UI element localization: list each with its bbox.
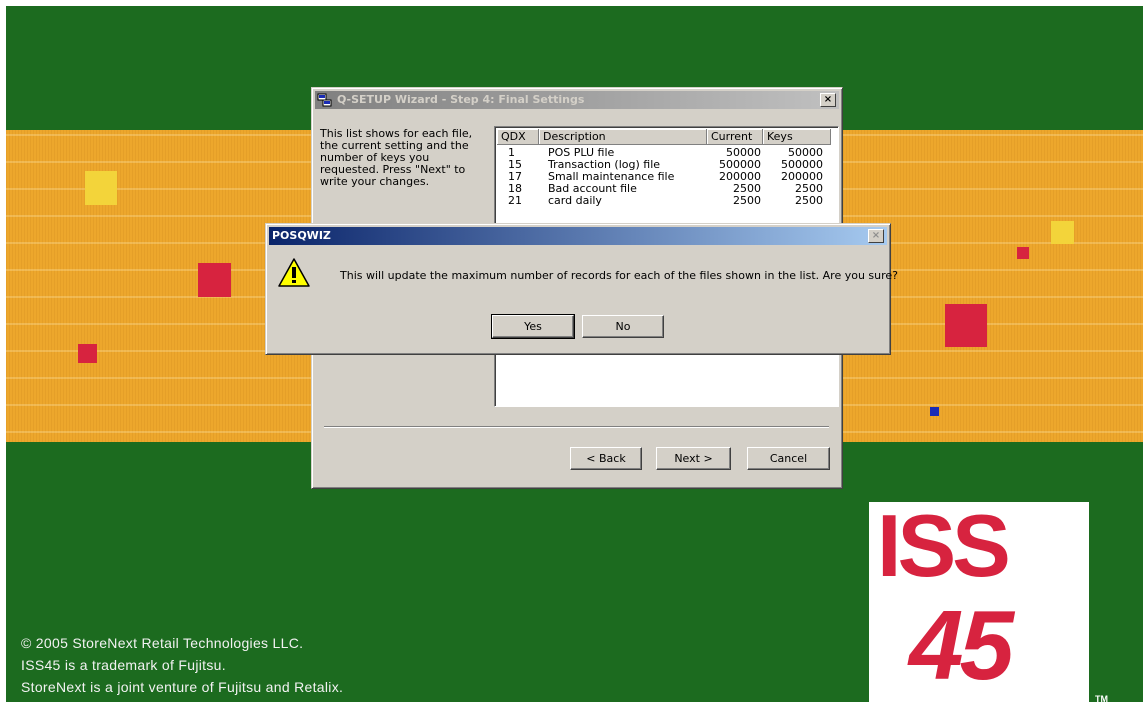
yellow-square bbox=[1051, 221, 1074, 244]
copyright-text: © 2005 StoreNext Retail Technologies LLC… bbox=[21, 632, 343, 698]
description-cell: card daily bbox=[548, 194, 602, 207]
wizard-title: Q-SETUP Wizard - Step 4: Final Settings bbox=[337, 93, 585, 106]
red-square bbox=[78, 344, 97, 363]
current-cell: 2500 bbox=[733, 194, 761, 207]
wizard-titlebar[interactable]: Q-SETUP Wizard - Step 4: Final Settings … bbox=[315, 91, 839, 109]
trademark-line: ISS45 is a trademark of Fujitsu. bbox=[21, 657, 226, 673]
dialog-close-button[interactable]: × bbox=[868, 229, 884, 243]
red-square bbox=[198, 263, 231, 297]
cancel-button-label: Cancel bbox=[769, 452, 808, 465]
dialog-title: POSQWIZ bbox=[272, 229, 331, 242]
list-item[interactable]: 21 card daily 2500 2500 bbox=[497, 195, 833, 207]
yes-button[interactable]: Yes bbox=[491, 314, 575, 339]
next-button[interactable]: Next > bbox=[656, 447, 731, 470]
red-square bbox=[1017, 247, 1029, 259]
trademark-symbol: TM bbox=[1095, 694, 1108, 704]
logo-iss-text: ISS bbox=[877, 502, 1011, 595]
warning-icon bbox=[277, 257, 311, 289]
column-header-current[interactable]: Current bbox=[707, 129, 763, 145]
wizard-description-hidden bbox=[320, 215, 470, 218]
confirm-dialog: POSQWIZ × This will update the maximum n… bbox=[265, 223, 898, 355]
copyright-line: © 2005 StoreNext Retail Technologies LLC… bbox=[21, 635, 304, 651]
yellow-square bbox=[85, 171, 117, 205]
red-square bbox=[945, 304, 987, 347]
iss45-logo: ISS 45 bbox=[869, 502, 1089, 702]
yes-button-label: Yes bbox=[524, 320, 542, 333]
cancel-button[interactable]: Cancel bbox=[747, 447, 830, 470]
next-button-label: Next > bbox=[674, 452, 713, 465]
column-header-keys[interactable]: Keys bbox=[763, 129, 831, 145]
wizard-separator bbox=[324, 426, 829, 428]
column-header-description[interactable]: Description bbox=[539, 129, 707, 145]
logo-45-text: 45 bbox=[909, 590, 1014, 700]
column-header-qdx[interactable]: QDX bbox=[497, 129, 539, 145]
wizard-description: This list shows for each file, the curre… bbox=[320, 127, 473, 188]
no-button-label: No bbox=[615, 320, 631, 333]
back-button[interactable]: < Back bbox=[570, 447, 642, 470]
back-button-label: < Back bbox=[586, 452, 626, 465]
joint-venture-line: StoreNext is a joint venture of Fujitsu … bbox=[21, 679, 344, 695]
no-button[interactable]: No bbox=[582, 315, 664, 338]
keys-cell: 2500 bbox=[795, 194, 823, 207]
blue-square bbox=[930, 407, 939, 416]
wizard-app-icon bbox=[317, 92, 333, 108]
qdx-cell: 21 bbox=[508, 194, 522, 207]
dialog-titlebar[interactable]: POSQWIZ × bbox=[269, 227, 887, 245]
dialog-message: This will update the maximum number of r… bbox=[340, 269, 899, 282]
wizard-close-button[interactable]: × bbox=[820, 93, 836, 107]
